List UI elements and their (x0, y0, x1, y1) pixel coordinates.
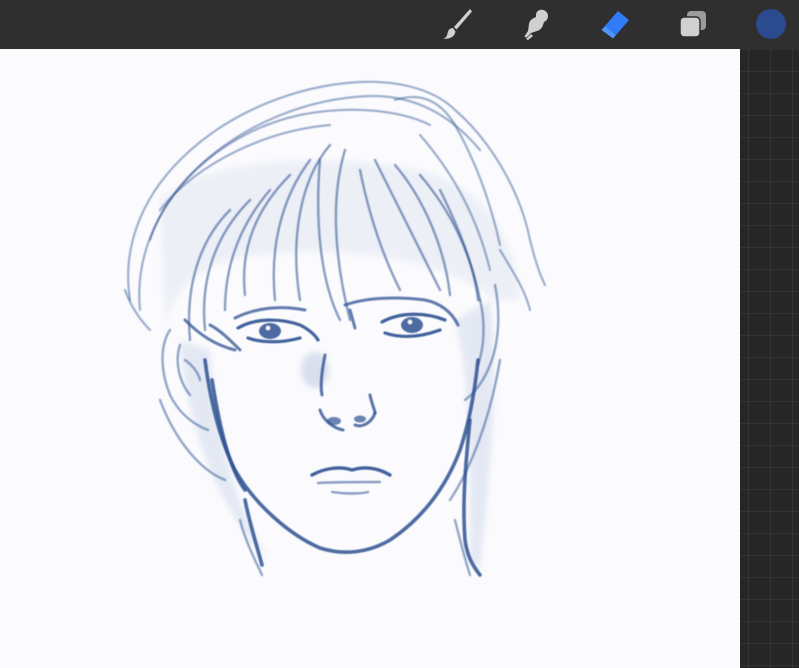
eraser-tool-button[interactable] (597, 6, 633, 42)
brush-icon (443, 9, 472, 39)
mouth (310, 466, 392, 477)
color-picker-swatch[interactable] (756, 9, 786, 39)
brush-tool-button[interactable] (439, 6, 475, 42)
layers-icon (679, 11, 706, 38)
shading (160, 160, 520, 570)
eraser-icon (601, 11, 629, 39)
smudge-tool-button[interactable] (518, 6, 554, 42)
smudge-icon (524, 9, 548, 40)
top-toolbar (0, 0, 799, 49)
layers-button[interactable] (675, 6, 711, 42)
drawing-canvas[interactable] (0, 49, 740, 668)
canvas-workspace (0, 49, 799, 668)
sketch-drawing (123, 80, 547, 577)
drawing-app (0, 0, 799, 668)
